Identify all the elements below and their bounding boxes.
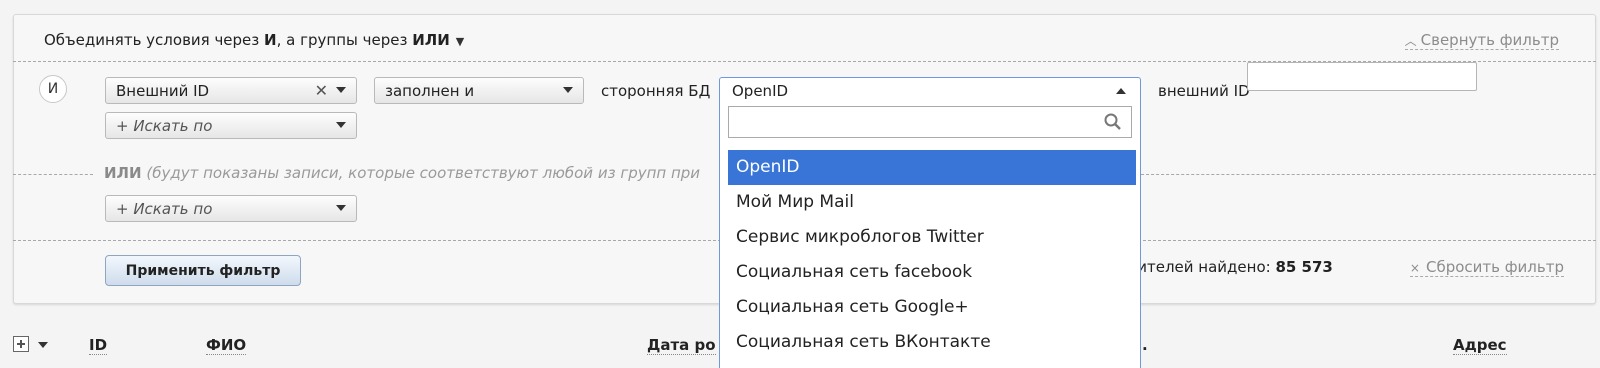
reset-filter-label: Сбросить фильтр bbox=[1425, 258, 1564, 276]
column-header-id[interactable]: ID bbox=[89, 336, 108, 355]
column-header-partial: . bbox=[1142, 336, 1148, 354]
chevron-down-icon bbox=[336, 122, 346, 128]
field-select[interactable]: Внешний ID ✕ bbox=[105, 77, 357, 104]
dropdown-option-moy-mir[interactable]: Мой Мир Mail bbox=[728, 185, 1136, 220]
apply-filter-button[interactable]: Применить фильтр bbox=[105, 255, 301, 286]
dropdown-option-twitter[interactable]: Сервис микроблогов Twitter bbox=[728, 220, 1136, 255]
or-group-hint: ИЛИ (будут показаны записи, которые соот… bbox=[104, 164, 700, 182]
reset-filter-link[interactable]: × Сбросить фильтр bbox=[1409, 258, 1564, 277]
combine-prefix: Объединять условия через bbox=[44, 31, 265, 49]
db-dropdown: OpenID Мой Мир Mail Сервис микроблогов T… bbox=[719, 104, 1141, 368]
combine-and: И bbox=[264, 31, 277, 49]
chevron-down-icon[interactable] bbox=[38, 342, 48, 348]
close-icon: × bbox=[1409, 261, 1420, 275]
combine-middle: , а группы через bbox=[276, 31, 413, 49]
operator-select[interactable]: заполнен и bbox=[374, 77, 584, 104]
column-header-birthdate[interactable]: Дата ро bbox=[647, 336, 716, 355]
external-id-input[interactable] bbox=[1247, 62, 1477, 91]
dropdown-search-input[interactable] bbox=[729, 107, 1099, 137]
column-header-address[interactable]: Адрес bbox=[1453, 336, 1507, 355]
third-party-db-label: сторонняя БД bbox=[601, 82, 711, 100]
add-column-icon[interactable] bbox=[13, 336, 29, 352]
chevron-down-icon bbox=[336, 205, 346, 211]
records-found-count: 85 573 bbox=[1275, 258, 1333, 276]
records-found: бителей найдено: 85 573 bbox=[1128, 258, 1333, 276]
dropdown-option-google-plus[interactable]: Социальная сеть Google+ bbox=[728, 290, 1136, 325]
combine-or: ИЛИ bbox=[412, 31, 450, 49]
chevron-up-icon bbox=[1116, 88, 1126, 94]
and-badge: И bbox=[39, 75, 67, 103]
dropdown-option-facebook[interactable]: Социальная сеть facebook bbox=[728, 255, 1136, 290]
dropdown-search[interactable] bbox=[728, 106, 1132, 138]
search-by-select-1[interactable]: + Искать по bbox=[105, 112, 357, 139]
field-select-value: Внешний ID bbox=[116, 82, 210, 100]
or-divider-left bbox=[13, 174, 93, 175]
chevron-down-icon bbox=[563, 87, 573, 93]
collapse-filter-link[interactable]: ︿ Свернуть фильтр bbox=[1404, 31, 1559, 50]
or-label: ИЛИ bbox=[104, 164, 142, 182]
or-hint-text: (будут показаны записи, которые соответс… bbox=[146, 164, 701, 182]
dropdown-option-openid[interactable]: OpenID bbox=[728, 150, 1136, 185]
or-divider-right bbox=[1141, 174, 1596, 175]
db-select-value: OpenID bbox=[732, 82, 789, 100]
search-icon bbox=[1104, 113, 1121, 130]
external-id-label: внешний ID bbox=[1158, 82, 1250, 100]
collapse-filter-label: Свернуть фильтр bbox=[1420, 31, 1559, 49]
combine-rule[interactable]: Объединять условия через И, а группы чер… bbox=[44, 31, 464, 49]
chevron-down-icon[interactable]: ▼ bbox=[456, 35, 464, 48]
records-found-label: бителей найдено: bbox=[1128, 258, 1276, 276]
operator-select-value: заполнен и bbox=[385, 82, 475, 100]
search-by-label: + Искать по bbox=[116, 117, 213, 135]
db-select[interactable]: OpenID bbox=[719, 77, 1141, 105]
dropdown-option-vkontakte[interactable]: Социальная сеть ВКонтакте bbox=[728, 325, 1136, 360]
clear-icon[interactable]: ✕ bbox=[315, 81, 328, 100]
search-by-select-2[interactable]: + Искать по bbox=[105, 195, 357, 222]
chevron-up-icon: ︿ bbox=[1404, 34, 1417, 48]
search-by-label: + Искать по bbox=[116, 200, 213, 218]
column-header-name[interactable]: ФИО bbox=[206, 336, 247, 355]
chevron-down-icon bbox=[336, 87, 346, 93]
